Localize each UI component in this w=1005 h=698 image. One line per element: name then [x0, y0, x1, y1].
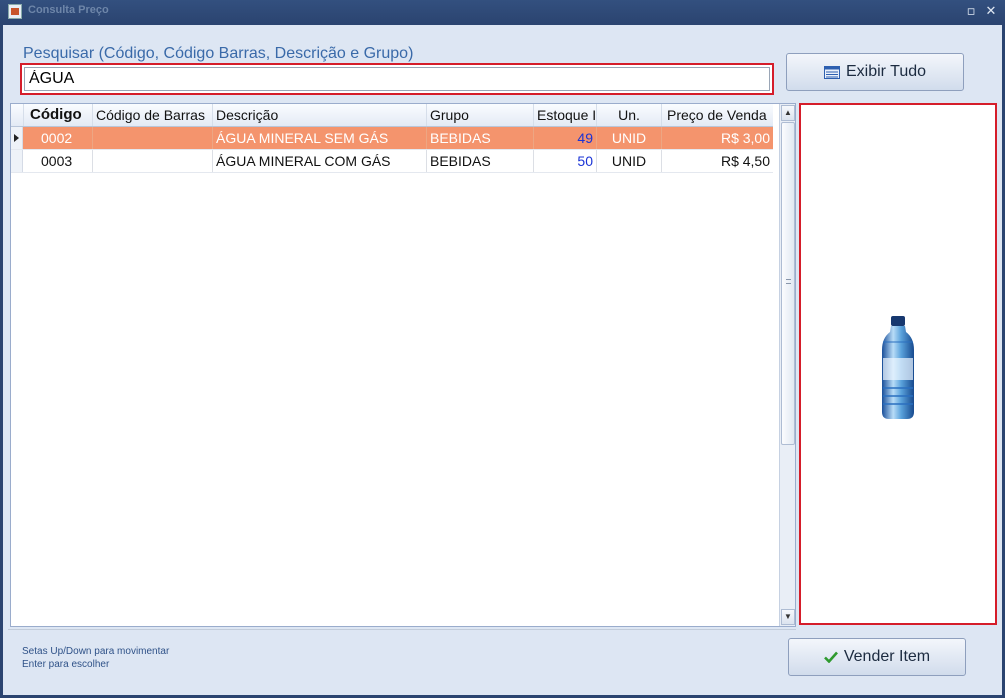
row-indicator	[11, 150, 23, 172]
cell-un[interactable]: UNID	[597, 127, 662, 149]
header-descricao[interactable]: Descrição	[213, 104, 427, 126]
scroll-up-arrow-icon[interactable]: ▲	[781, 105, 795, 121]
search-input[interactable]	[24, 67, 770, 91]
maximize-button[interactable]: ▫	[963, 4, 979, 19]
current-row-arrow-icon	[14, 134, 19, 142]
cell-preco[interactable]: R$ 4,50	[662, 150, 773, 172]
cell-grupo[interactable]: BEBIDAS	[427, 150, 534, 172]
cell-codigo-barras[interactable]	[93, 150, 213, 172]
cell-estoque[interactable]: 49	[534, 127, 597, 149]
header-indicator	[11, 104, 24, 126]
grid-vertical-scrollbar[interactable]: ▲ ▼	[779, 104, 795, 626]
row-indicator	[11, 127, 23, 149]
exibir-tudo-label: Exibir Tudo	[845, 63, 927, 80]
cell-descricao[interactable]: ÁGUA MINERAL COM GÁS	[213, 150, 427, 172]
cell-descricao[interactable]: ÁGUA MINERAL SEM GÁS	[213, 127, 427, 149]
product-image-panel	[799, 103, 997, 625]
close-button[interactable]: ✕	[983, 4, 999, 19]
exibir-tudo-button[interactable]: Exibir Tudo	[786, 53, 964, 91]
header-codigo[interactable]: Código	[24, 104, 93, 126]
cell-grupo[interactable]: BEBIDAS	[427, 127, 534, 149]
table-row[interactable]: 0002 ÁGUA MINERAL SEM GÁS BEBIDAS 49 UNI…	[11, 127, 773, 150]
list-icon	[823, 65, 840, 79]
checkmark-icon	[823, 651, 838, 663]
grid-header: Código Código de Barras Descrição Grupo …	[11, 104, 773, 127]
window-title: Consulta Preço	[28, 4, 109, 16]
cell-codigo-barras[interactable]	[93, 127, 213, 149]
scroll-thumb[interactable]	[781, 122, 795, 445]
header-un[interactable]: Un.	[597, 104, 662, 126]
hint-enter: Enter para escolher	[22, 659, 110, 670]
search-label: Pesquisar (Código, Código Barras, Descri…	[23, 45, 414, 62]
window-client-area: Pesquisar (Código, Código Barras, Descri…	[3, 25, 1002, 695]
cell-preco[interactable]: R$ 3,00	[662, 127, 773, 149]
header-codigo-barras[interactable]: Código de Barras	[93, 104, 213, 126]
products-grid: Código Código de Barras Descrição Grupo …	[10, 103, 796, 627]
header-estoque[interactable]: Estoque I	[534, 104, 597, 126]
app-icon	[8, 4, 22, 19]
header-preco-venda[interactable]: Preço de Venda	[662, 104, 773, 126]
title-bar: Consulta Preço ▫ ✕	[0, 0, 1005, 24]
vender-item-button[interactable]: Vender Item	[788, 638, 966, 676]
search-input-frame	[20, 63, 774, 95]
consulta-preco-window: Consulta Preço ▫ ✕ Pesquisar (Código, Có…	[0, 0, 1005, 698]
cell-codigo[interactable]: 0003	[24, 150, 93, 172]
vender-item-label: Vender Item	[843, 648, 931, 665]
cell-estoque[interactable]: 50	[534, 150, 597, 172]
cell-un[interactable]: UNID	[597, 150, 662, 172]
table-row[interactable]: 0003 ÁGUA MINERAL COM GÁS BEBIDAS 50 UNI…	[11, 150, 773, 173]
hint-navigation: Setas Up/Down para movimentar	[22, 646, 170, 657]
water-bottle-icon	[882, 316, 914, 419]
grip-icon	[786, 279, 791, 284]
footer-divider	[8, 629, 796, 630]
header-grupo[interactable]: Grupo	[427, 104, 534, 126]
scroll-down-arrow-icon[interactable]: ▼	[781, 609, 795, 625]
cell-codigo[interactable]: 0002	[24, 127, 93, 149]
